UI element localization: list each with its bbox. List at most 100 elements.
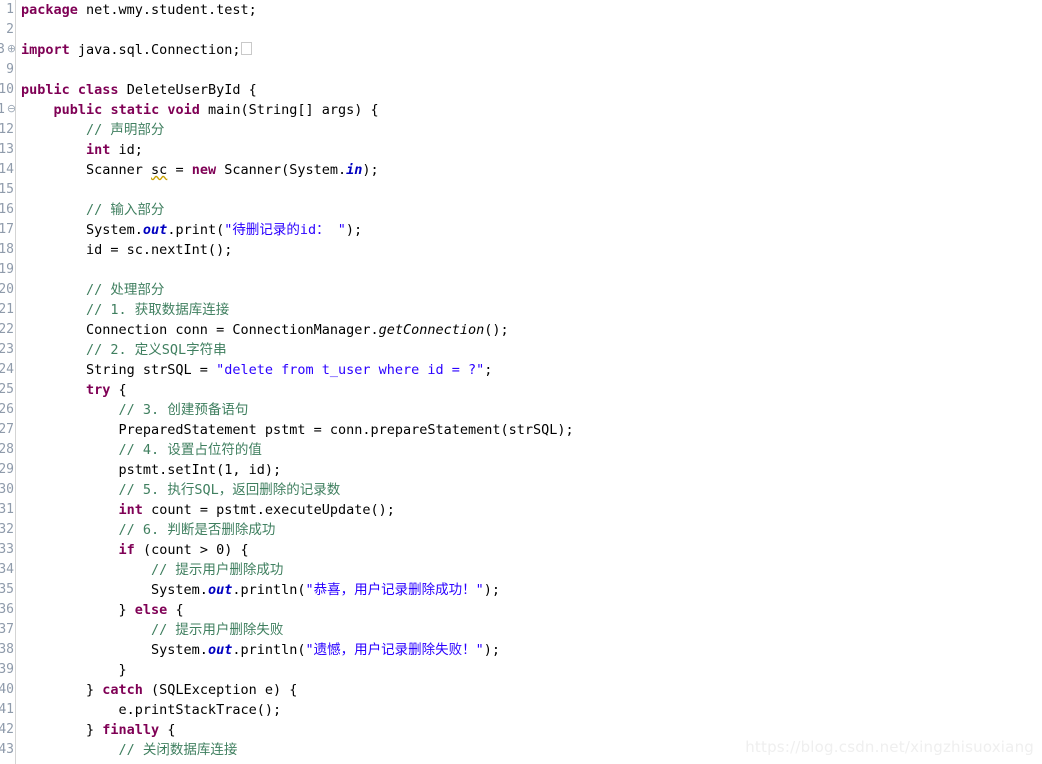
line-number-label: 30 — [0, 482, 14, 497]
line-number[interactable]: 19 — [0, 260, 15, 280]
line-number[interactable]: 10 — [0, 80, 15, 100]
line-number[interactable]: 37 — [0, 620, 15, 640]
code-line[interactable]: // 1. 获取数据库连接 — [17, 300, 1042, 320]
line-number[interactable]: 3⊕ — [0, 40, 15, 60]
line-number-label: 20 — [0, 282, 14, 297]
code-line[interactable]: } finally { — [17, 720, 1042, 740]
line-number[interactable]: 39 — [0, 660, 15, 680]
line-number[interactable]: 34 — [0, 560, 15, 580]
line-number[interactable]: 1 — [0, 0, 15, 20]
line-number[interactable]: 25 — [0, 380, 15, 400]
line-number[interactable]: 36 — [0, 600, 15, 620]
code-token-kw: catch — [102, 682, 143, 698]
code-line[interactable] — [17, 260, 1042, 280]
line-number[interactable]: 12 — [0, 120, 15, 140]
line-number[interactable]: 31 — [0, 500, 15, 520]
code-line[interactable]: // 5. 执行SQL，返回删除的记录数 — [17, 480, 1042, 500]
line-number-label: 10 — [0, 82, 14, 97]
code-line[interactable]: import java.sql.Connection; — [17, 40, 1042, 60]
code-line[interactable]: System.out.println("恭喜，用户记录删除成功！"); — [17, 580, 1042, 600]
line-number[interactable]: 18 — [0, 240, 15, 260]
line-number[interactable]: 11⊖ — [0, 100, 15, 120]
code-token-cmt: // 5. 执行SQL，返回删除的记录数 — [118, 482, 341, 498]
code-token-plain: pstmt.setInt(1, id); — [21, 462, 282, 478]
code-line[interactable] — [17, 60, 1042, 80]
line-number[interactable]: 30 — [0, 480, 15, 500]
code-line[interactable]: e.printStackTrace(); — [17, 700, 1042, 720]
code-token-plain: PreparedStatement pstmt = conn.prepareSt… — [21, 422, 574, 438]
fold-collapse-icon[interactable]: ⊖ — [6, 103, 15, 115]
code-text-area[interactable]: package net.wmy.student.test; import jav… — [17, 0, 1042, 764]
code-line[interactable]: // 6. 判断是否删除成功 — [17, 520, 1042, 540]
line-number[interactable]: 40 — [0, 680, 15, 700]
code-token-plain: net.wmy.student.test; — [77, 2, 257, 18]
code-token-plain: { — [110, 382, 127, 398]
code-line[interactable]: // 4. 设置占位符的值 — [17, 440, 1042, 460]
code-line[interactable]: // 3. 创建预备语句 — [17, 400, 1042, 420]
line-number[interactable]: 21 — [0, 300, 15, 320]
line-number[interactable]: 23 — [0, 340, 15, 360]
code-line[interactable]: // 2. 定义SQL字符串 — [17, 340, 1042, 360]
code-line[interactable] — [17, 20, 1042, 40]
code-line[interactable]: // 输入部分 — [17, 200, 1042, 220]
line-number[interactable]: 17 — [0, 220, 15, 240]
line-number[interactable]: 24 — [0, 360, 15, 380]
code-line[interactable]: Scanner sc = new Scanner(System.in); — [17, 160, 1042, 180]
line-number[interactable]: 28 — [0, 440, 15, 460]
code-token-plain: Scanner — [21, 162, 152, 178]
code-line[interactable]: String strSQL = "delete from t_user wher… — [17, 360, 1042, 380]
code-line[interactable]: } else { — [17, 600, 1042, 620]
code-line[interactable]: System.out.println("遗憾，用户记录删除失败！"); — [17, 640, 1042, 660]
line-number[interactable]: 38 — [0, 640, 15, 660]
line-number[interactable]: 32 — [0, 520, 15, 540]
code-editor[interactable]: 123⊕91011⊖121314151617181920212223242526… — [0, 0, 1042, 764]
line-number[interactable]: 22 — [0, 320, 15, 340]
line-number-label: 9 — [6, 62, 14, 77]
line-number[interactable]: 35 — [0, 580, 15, 600]
line-number[interactable]: 15 — [0, 180, 15, 200]
line-number[interactable]: 9 — [0, 60, 15, 80]
code-token-plain: ); — [483, 642, 501, 658]
code-line[interactable]: id = sc.nextInt(); — [17, 240, 1042, 260]
code-line[interactable]: // 处理部分 — [17, 280, 1042, 300]
code-token-plain: count = pstmt.executeUpdate(); — [142, 502, 395, 518]
code-line[interactable]: } catch (SQLException e) { — [17, 680, 1042, 700]
code-line[interactable] — [17, 180, 1042, 200]
line-number-gutter[interactable]: 123⊕91011⊖121314151617181920212223242526… — [0, 0, 16, 764]
code-line[interactable]: if (count > 0) { — [17, 540, 1042, 560]
code-line[interactable]: System.out.print("待删记录的id： "); — [17, 220, 1042, 240]
code-token-plain: java.sql.Connection; — [69, 42, 241, 58]
line-number[interactable]: 43 — [0, 740, 15, 760]
code-line[interactable]: int id; — [17, 140, 1042, 160]
line-number[interactable]: 16 — [0, 200, 15, 220]
line-number[interactable]: 42 — [0, 720, 15, 740]
line-number[interactable]: 14 — [0, 160, 15, 180]
code-line[interactable]: package net.wmy.student.test; — [17, 0, 1042, 20]
fold-expand-icon[interactable]: ⊕ — [6, 43, 15, 55]
line-number[interactable]: 20 — [0, 280, 15, 300]
code-line[interactable]: int count = pstmt.executeUpdate(); — [17, 500, 1042, 520]
code-line[interactable]: public static void main(String[] args) { — [17, 100, 1042, 120]
code-line[interactable]: PreparedStatement pstmt = conn.prepareSt… — [17, 420, 1042, 440]
code-line[interactable]: public class DeleteUserById { — [17, 80, 1042, 100]
line-number[interactable]: 27 — [0, 420, 15, 440]
code-token-plain: System. — [21, 582, 208, 598]
code-line[interactable]: try { — [17, 380, 1042, 400]
code-token-plain: .println( — [232, 582, 306, 598]
code-token-plain: } — [21, 602, 135, 618]
line-number[interactable]: 29 — [0, 460, 15, 480]
line-number[interactable]: 2 — [0, 20, 15, 40]
code-line[interactable]: // 声明部分 — [17, 120, 1042, 140]
code-token-kw: static — [110, 102, 160, 118]
line-number[interactable]: 41 — [0, 700, 15, 720]
code-line[interactable]: // 提示用户删除失败 — [17, 620, 1042, 640]
collapsed-import-placeholder[interactable] — [241, 42, 253, 55]
line-number[interactable]: 13 — [0, 140, 15, 160]
line-number[interactable]: 33 — [0, 540, 15, 560]
code-line[interactable]: pstmt.setInt(1, id); — [17, 460, 1042, 480]
code-line[interactable]: // 提示用户删除成功 — [17, 560, 1042, 580]
line-number[interactable]: 26 — [0, 400, 15, 420]
code-line[interactable]: Connection conn = ConnectionManager.getC… — [17, 320, 1042, 340]
code-line[interactable]: } — [17, 660, 1042, 680]
